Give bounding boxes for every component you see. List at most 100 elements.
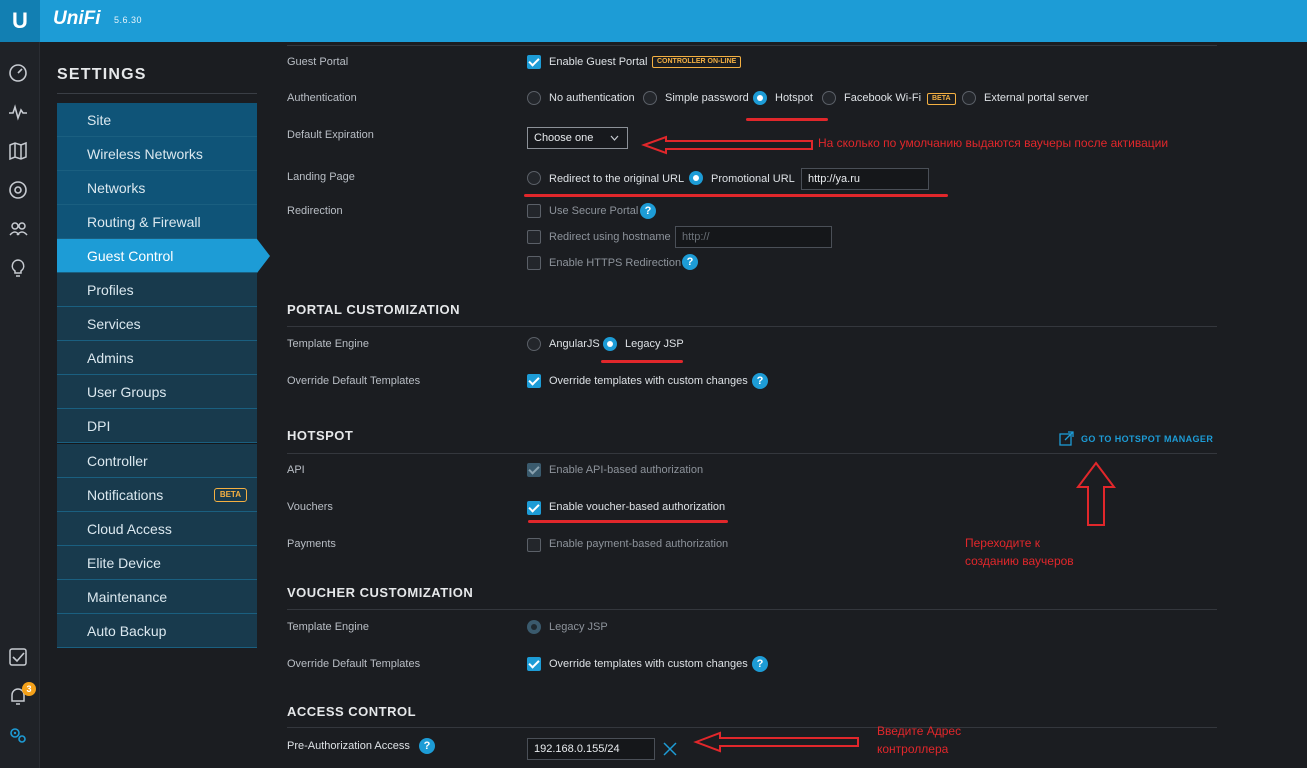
promotional-url-input[interactable] (801, 168, 929, 190)
redirect-original-radio[interactable] (527, 171, 541, 185)
annotation-arrow-up (1076, 461, 1116, 526)
menu-item-networks[interactable]: Networks (57, 171, 257, 205)
redirect-original-text: Redirect to the original URL (549, 173, 685, 185)
help-icon[interactable]: ? (682, 254, 698, 270)
menu-label: Wireless Networks (87, 146, 203, 162)
voucher-legacy-jsp-text: Legacy JSP (549, 621, 608, 633)
menu-item-guest-control[interactable]: Guest Control (57, 239, 270, 273)
insights-icon[interactable] (7, 257, 29, 279)
settings-gears-icon[interactable] (7, 724, 29, 746)
external-portal-text: External portal server (984, 92, 1089, 104)
https-redirection-text: Enable HTTPS Redirection (549, 257, 682, 269)
hotspot-radio[interactable] (753, 91, 767, 105)
external-link-icon[interactable] (1059, 431, 1074, 446)
no-auth-radio[interactable] (527, 91, 541, 105)
no-auth-text: No authentication (549, 92, 635, 104)
template-engine-label: Template Engine (287, 338, 369, 350)
secure-portal-checkbox[interactable] (527, 204, 541, 218)
menu-item-user-groups[interactable]: User Groups (57, 375, 257, 409)
ubiquiti-logo[interactable]: U (0, 0, 40, 42)
promotional-url-text: Promotional URL (711, 173, 795, 185)
annotation-hotspot-note-line2: созданию ваучеров (965, 554, 1074, 568)
close-icon[interactable] (662, 742, 678, 756)
default-expiration-label: Default Expiration (287, 129, 374, 141)
authentication-label: Authentication (287, 92, 357, 104)
controller-online-tag: CONTROLLER ON-LINE (652, 56, 742, 68)
facebook-wifi-radio[interactable] (822, 91, 836, 105)
menu-item-notifications[interactable]: Notifications BETA (57, 478, 257, 512)
expiration-select[interactable]: Choose one (527, 127, 628, 149)
brand-name: UniFi (53, 8, 101, 29)
voucher-legacy-jsp-radio[interactable] (527, 620, 541, 634)
guest-portal-label: Guest Portal (287, 56, 349, 68)
voucher-override-checkbox[interactable] (527, 657, 541, 671)
menu-item-cloud-access[interactable]: Cloud Access (57, 512, 257, 546)
map-icon[interactable] (7, 140, 29, 162)
menu-item-services[interactable]: Services (57, 307, 257, 341)
alerts-check-icon[interactable] (7, 646, 29, 668)
facebook-wifi-text: Facebook Wi-Fi (844, 92, 922, 104)
menu-item-controller[interactable]: Controller (57, 444, 257, 478)
menu-label: Networks (87, 180, 146, 196)
settings-divider (57, 93, 257, 94)
statistics-icon[interactable] (7, 101, 29, 123)
voucher-override-text: Override templates with custom changes (549, 658, 748, 670)
simple-password-radio[interactable] (643, 91, 657, 105)
menu-item-site[interactable]: Site (57, 103, 257, 137)
menu-label: Maintenance (87, 589, 168, 605)
api-label: API (287, 464, 305, 476)
menu-item-routing-firewall[interactable]: Routing & Firewall (57, 205, 257, 239)
pre-authorization-input[interactable] (527, 738, 655, 760)
settings-title: SETTINGS (57, 66, 147, 83)
hotspot-title: HOTSPOT (287, 428, 354, 443)
menu-item-dpi[interactable]: DPI (57, 409, 257, 443)
promotional-url-radio[interactable] (689, 171, 703, 185)
menu-item-maintenance[interactable]: Maintenance (57, 580, 257, 614)
external-portal-radio[interactable] (962, 91, 976, 105)
legacy-jsp-radio[interactable] (603, 337, 617, 351)
menu-item-auto-backup[interactable]: Auto Backup (57, 614, 257, 648)
payments-label: Payments (287, 538, 336, 550)
help-icon[interactable]: ? (640, 203, 656, 219)
vouchers-label: Vouchers (287, 501, 333, 513)
menu-label: Site (87, 112, 112, 128)
hotspot-text: Hotspot (775, 92, 813, 104)
annotation-access-note-line1: Введите Адрес (877, 724, 962, 738)
dashboard-icon[interactable] (7, 62, 29, 84)
annotation-underline-jsp (601, 360, 683, 363)
https-redirection-checkbox[interactable] (527, 256, 541, 270)
api-auth-checkbox[interactable] (527, 463, 541, 477)
menu-item-admins[interactable]: Admins (57, 341, 257, 375)
devices-icon[interactable] (7, 179, 29, 201)
facebook-beta-tag: BETA (927, 93, 956, 105)
menu-item-wireless-networks[interactable]: Wireless Networks (57, 137, 257, 171)
enable-guest-portal-checkbox[interactable] (527, 55, 541, 69)
secure-portal-text: Use Secure Portal (549, 205, 639, 217)
divider (287, 326, 1217, 327)
menu-label: Auto Backup (87, 623, 167, 639)
hotspot-manager-link[interactable]: GO TO HOTSPOT MANAGER (1081, 434, 1213, 444)
help-icon[interactable]: ? (752, 656, 768, 672)
redirection-label: Redirection (287, 205, 343, 217)
menu-item-elite-device[interactable]: Elite Device (57, 546, 257, 580)
api-auth-text: Enable API-based authorization (549, 464, 704, 476)
clients-icon[interactable] (7, 218, 29, 240)
help-icon[interactable]: ? (752, 373, 768, 389)
angularjs-radio[interactable] (527, 337, 541, 351)
menu-item-profiles[interactable]: Profiles (57, 273, 257, 307)
menu-label: Routing & Firewall (87, 214, 201, 230)
redirect-hostname-checkbox[interactable] (527, 230, 541, 244)
menu-label: User Groups (87, 384, 167, 400)
annotation-underline-landing (524, 194, 948, 197)
voucher-auth-checkbox[interactable] (527, 501, 541, 515)
help-icon[interactable]: ? (419, 738, 435, 754)
annotation-underline-vouchers (528, 520, 728, 523)
notification-badge: 3 (22, 682, 36, 696)
voucher-override-label: Override Default Templates (287, 658, 421, 670)
menu-label: Profiles (87, 282, 134, 298)
payment-auth-checkbox[interactable] (527, 538, 541, 552)
annotation-access-note-line2: контроллера (877, 742, 949, 756)
hostname-input[interactable] (675, 226, 832, 248)
override-templates-checkbox[interactable] (527, 374, 541, 388)
version-label: 5.6.30 (114, 15, 143, 25)
